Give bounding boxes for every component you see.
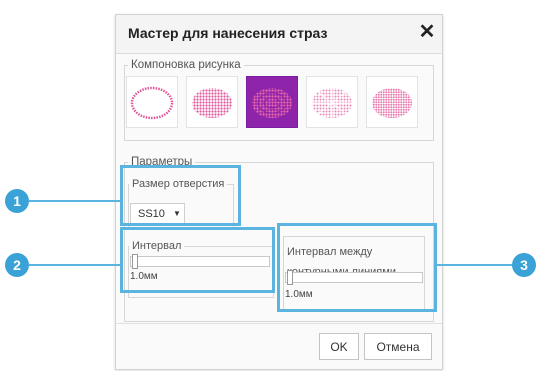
layout-tile-filled[interactable]: [186, 76, 238, 128]
callout-box-3: [277, 223, 437, 312]
footer-divider: [116, 323, 442, 324]
concentric-rings-pattern-icon: [252, 88, 292, 118]
layout-pattern-legend: Компоновка рисунка: [131, 59, 241, 71]
radial-pattern-icon: [312, 88, 352, 118]
layout-tile-concentric[interactable]: [246, 76, 298, 128]
outline-ellipse-pattern-icon: [130, 86, 174, 120]
cancel-button[interactable]: Отмена: [364, 333, 432, 360]
callout-box-1: [120, 165, 241, 226]
dense-grid-pattern-icon: [372, 88, 412, 118]
callout-line-3: [437, 264, 513, 266]
callout-line-2: [29, 264, 120, 266]
filled-grid-pattern-icon: [192, 88, 232, 118]
callout-line-1: [29, 200, 120, 202]
dialog-titlebar: Мастер для нанесения страз ✕: [116, 15, 442, 54]
callout-badge-3: 3: [512, 253, 536, 277]
dialog-title: Мастер для нанесения страз: [128, 25, 328, 41]
callout-badge-2: 2: [5, 253, 29, 277]
layout-tile-outline[interactable]: [126, 76, 178, 128]
callout-box-2: [120, 227, 275, 293]
layout-tile-dense[interactable]: [366, 76, 418, 128]
callout-badge-1: 1: [5, 189, 29, 213]
close-icon[interactable]: ✕: [416, 21, 438, 43]
layout-tile-radial[interactable]: [306, 76, 358, 128]
ok-button[interactable]: OK: [319, 333, 359, 360]
